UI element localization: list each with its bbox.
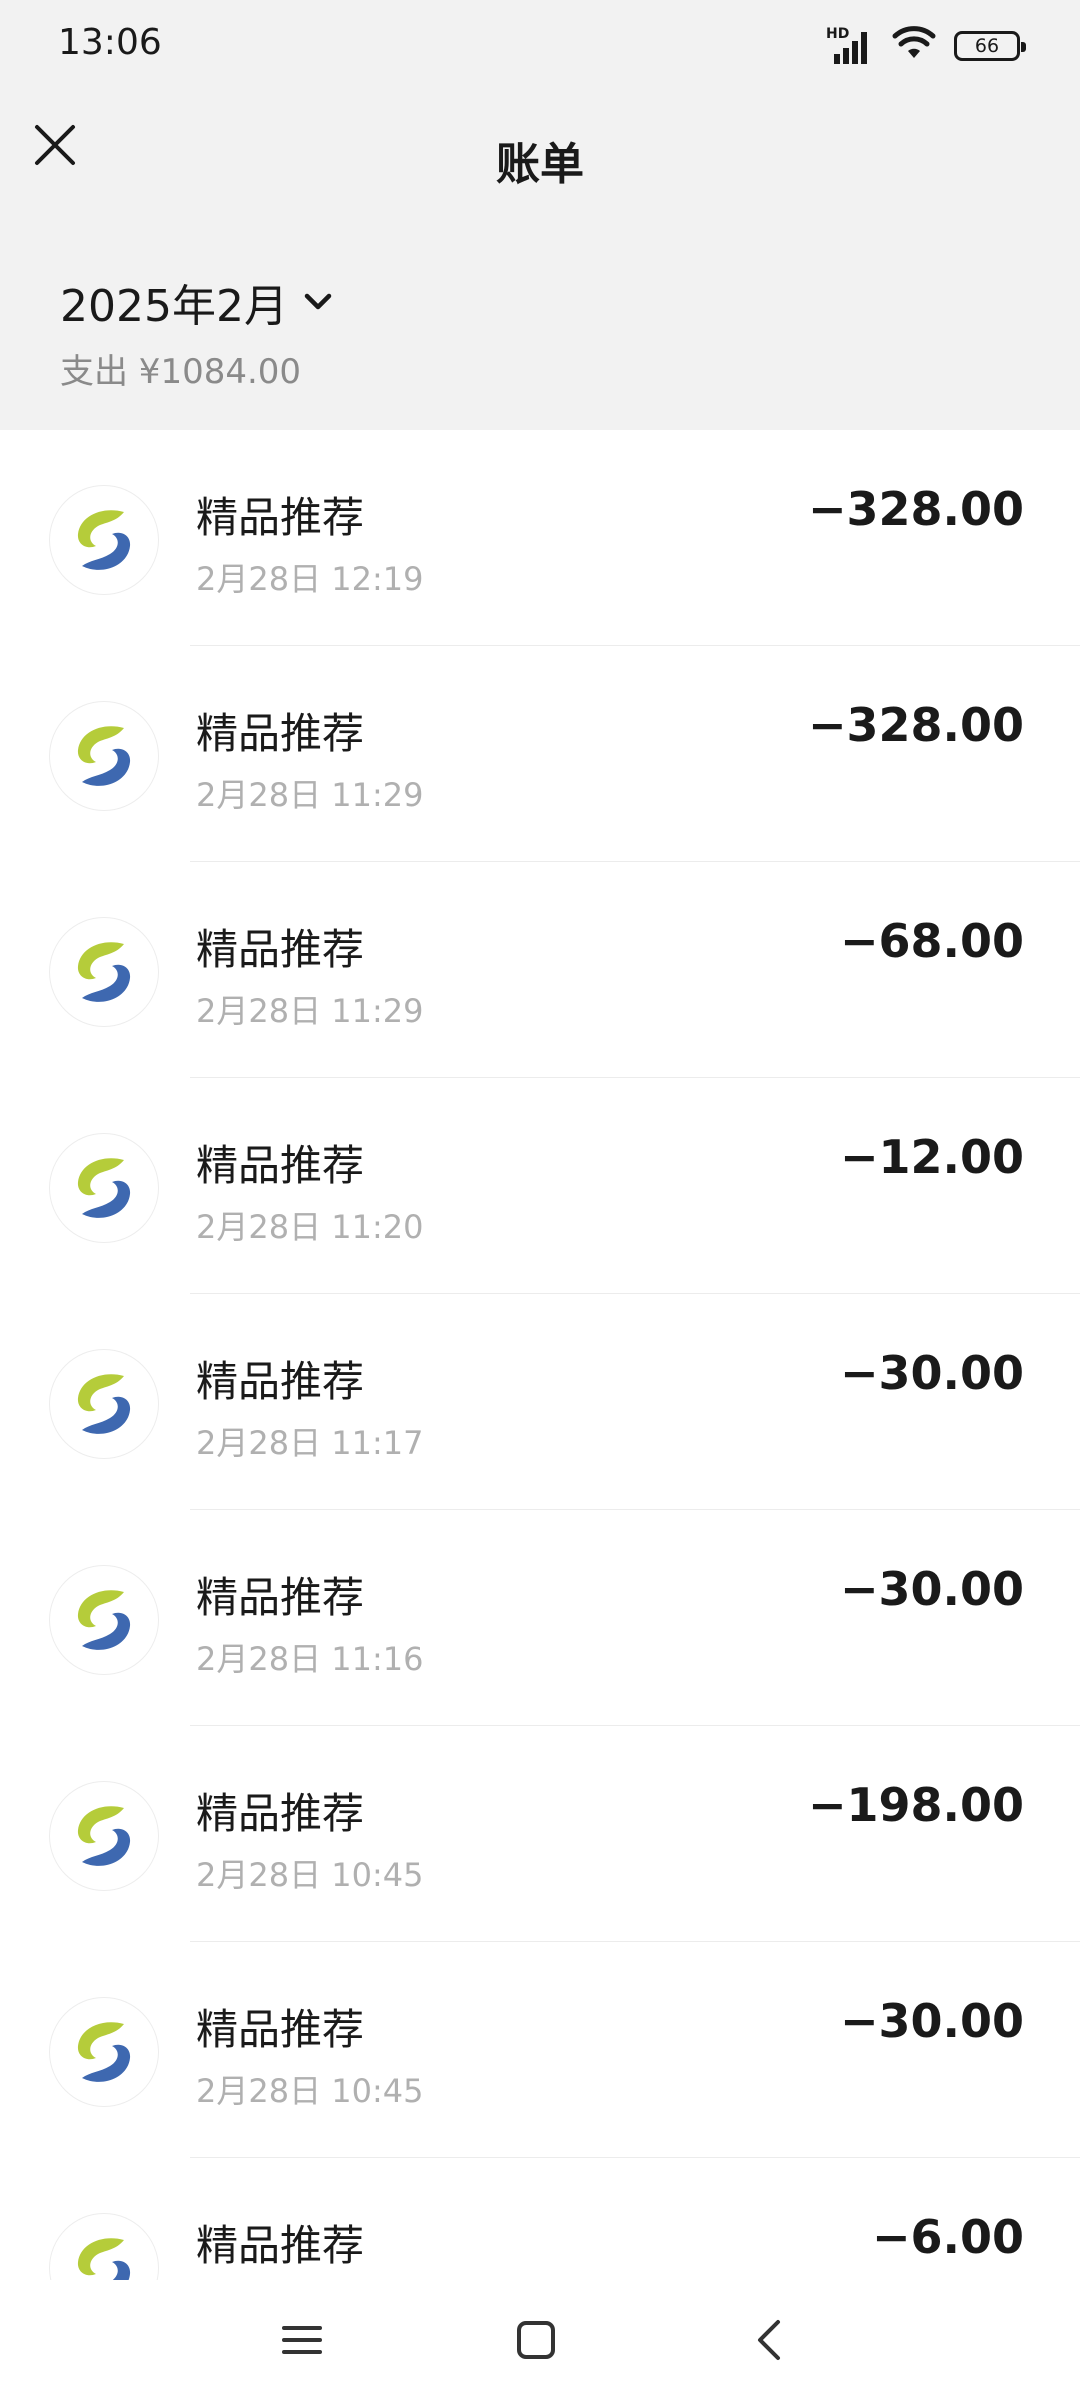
bill-amount: −328.00 bbox=[807, 698, 1024, 752]
status-icons: HD 66 bbox=[824, 24, 1026, 68]
bill-summary: 2025年2月 支出 ¥1084.00 bbox=[0, 222, 1080, 430]
merchant-name: 精品推荐 bbox=[196, 493, 365, 542]
battery-level: 66 bbox=[974, 35, 1000, 57]
merchant-logo-icon bbox=[50, 1134, 158, 1242]
status-bar: 13:06 HD 66 bbox=[0, 0, 1080, 92]
nav-bar: 账单 bbox=[0, 92, 1080, 222]
menu-button[interactable] bbox=[272, 2310, 332, 2370]
bill-amount: −198.00 bbox=[807, 1778, 1024, 1832]
signal-icon: HD bbox=[824, 26, 874, 66]
bill-amount: −328.00 bbox=[807, 482, 1024, 536]
bill-time: 2月28日 10:45 bbox=[196, 1856, 424, 1894]
merchant-name: 精品推荐 bbox=[196, 1141, 365, 1190]
bill-time: 2月28日 11:20 bbox=[196, 1208, 424, 1246]
month-label: 2025年2月 bbox=[60, 281, 288, 332]
bill-amount: −30.00 bbox=[839, 1346, 1024, 1400]
status-time: 13:06 bbox=[58, 22, 162, 63]
bill-item[interactable]: 精品推荐 2月28日 12:19 −328.00 bbox=[0, 430, 1080, 646]
back-button[interactable] bbox=[740, 2310, 800, 2370]
merchant-logo-icon bbox=[50, 702, 158, 810]
month-picker[interactable]: 2025年2月 bbox=[60, 270, 334, 334]
system-nav-bar bbox=[0, 2280, 1080, 2400]
bill-item[interactable]: 精品推荐 2月28日 11:29 −328.00 bbox=[0, 646, 1080, 862]
chevron-down-icon bbox=[304, 293, 332, 310]
merchant-logo-icon bbox=[50, 1782, 158, 1890]
battery-icon: 66 bbox=[954, 31, 1026, 61]
page-title: 账单 bbox=[496, 139, 584, 190]
bill-time: 2月28日 11:17 bbox=[196, 1424, 424, 1462]
merchant-name: 精品推荐 bbox=[196, 1789, 365, 1838]
expense-total: 支出 ¥1084.00 bbox=[60, 352, 302, 392]
home-icon bbox=[517, 2321, 555, 2359]
bill-item[interactable]: 精品推荐 2月28日 11:29 −68.00 bbox=[0, 862, 1080, 1078]
bill-amount: −68.00 bbox=[839, 914, 1024, 968]
home-button[interactable] bbox=[506, 2310, 566, 2370]
merchant-name: 精品推荐 bbox=[196, 925, 365, 974]
merchant-logo-icon bbox=[50, 2214, 158, 2280]
bill-amount: −12.00 bbox=[839, 1130, 1024, 1184]
bill-time: 2月28日 11:29 bbox=[196, 992, 424, 1030]
merchant-name: 精品推荐 bbox=[196, 2005, 365, 2054]
bill-time: 2月28日 12:19 bbox=[196, 560, 424, 598]
merchant-logo-icon bbox=[50, 1998, 158, 2106]
bill-item[interactable]: 精品推荐 2月28日 11:20 −12.00 bbox=[0, 1078, 1080, 1294]
merchant-name: 精品推荐 bbox=[196, 2221, 365, 2270]
merchant-logo-icon bbox=[50, 918, 158, 1026]
bill-time: 2月28日 10:45 bbox=[196, 2072, 424, 2110]
bill-amount: −30.00 bbox=[839, 1994, 1024, 2048]
merchant-logo-icon bbox=[50, 1566, 158, 1674]
bill-time: 2月28日 11:16 bbox=[196, 1640, 424, 1678]
merchant-logo-icon bbox=[50, 1350, 158, 1458]
merchant-name: 精品推荐 bbox=[196, 1573, 365, 1622]
bill-item[interactable]: 精品推荐 2月28日 10:45 −30.00 bbox=[0, 1942, 1080, 2158]
merchant-logo-icon bbox=[50, 486, 158, 594]
wifi-icon bbox=[892, 24, 936, 68]
bill-list: 精品推荐 2月28日 12:19 −328.00 精品推荐 2月28日 11:2… bbox=[0, 430, 1080, 2280]
bill-amount: −30.00 bbox=[839, 1562, 1024, 1616]
back-icon bbox=[758, 2320, 780, 2360]
menu-icon bbox=[282, 2326, 322, 2354]
bill-time: 2月28日 11:29 bbox=[196, 776, 424, 814]
bill-item[interactable]: 精品推荐 −6.00 bbox=[0, 2158, 1080, 2280]
merchant-name: 精品推荐 bbox=[196, 709, 365, 758]
bill-item[interactable]: 精品推荐 2月28日 10:45 −198.00 bbox=[0, 1726, 1080, 1942]
bill-item[interactable]: 精品推荐 2月28日 11:17 −30.00 bbox=[0, 1294, 1080, 1510]
hd-label: HD bbox=[826, 26, 850, 42]
bill-amount: −6.00 bbox=[871, 2210, 1024, 2264]
bill-item[interactable]: 精品推荐 2月28日 11:16 −30.00 bbox=[0, 1510, 1080, 1726]
merchant-name: 精品推荐 bbox=[196, 1357, 365, 1406]
